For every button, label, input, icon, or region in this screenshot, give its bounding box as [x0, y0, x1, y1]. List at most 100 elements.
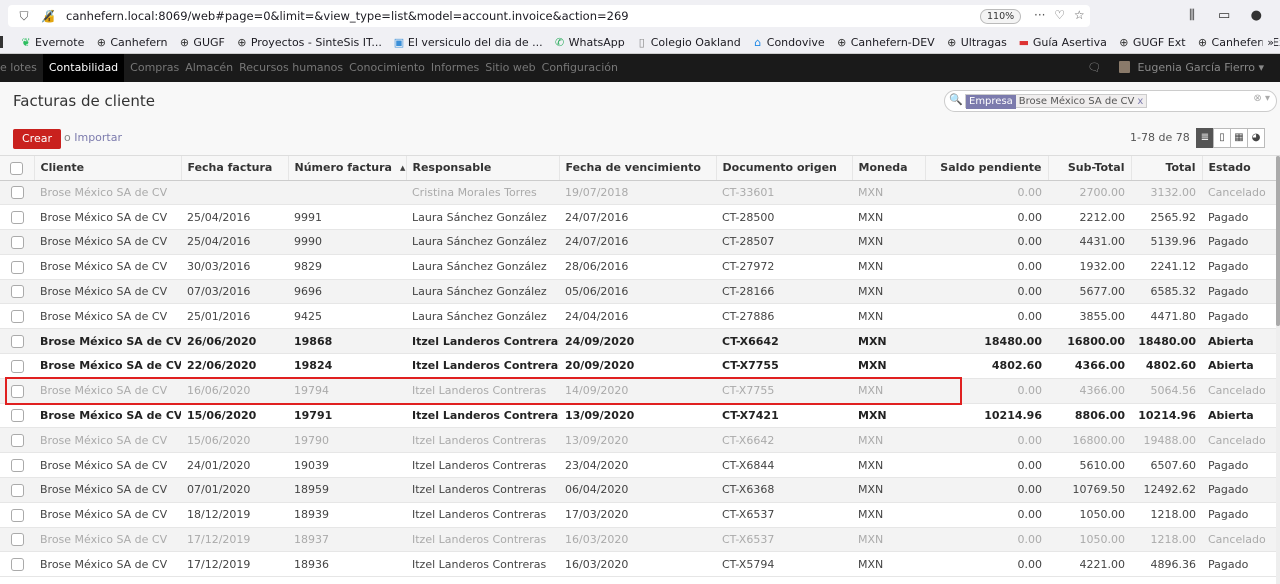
calendar-view-icon[interactable]: ▦	[1230, 128, 1248, 148]
shield-icon[interactable]: ⛉	[16, 8, 32, 24]
table-row[interactable]: Brose México SA de CV 07/03/2016 9696 Laura…	[0, 279, 1276, 305]
library-icon[interactable]: ⫼	[1178, 8, 1206, 23]
column-header[interactable]: Fecha de vencimiento	[559, 156, 717, 181]
table-row[interactable]: Brose México SA de CV 17/12/2019 18937 Itze…	[0, 527, 1276, 553]
nav-item[interactable]: Contabilidad	[42, 54, 125, 82]
row-checkbox[interactable]	[0, 378, 34, 404]
row-checkbox[interactable]	[0, 303, 34, 330]
column-header[interactable]: Total	[1131, 156, 1203, 181]
nav-item[interactable]: Conocimiento	[349, 54, 431, 82]
user-menu[interactable]: 🗨 Eugenia García Fierro ▾	[1087, 54, 1264, 81]
row-checkbox[interactable]	[0, 551, 34, 578]
row-checkbox[interactable]	[0, 477, 34, 503]
column-header[interactable]: Responsable	[406, 156, 560, 181]
form-view-icon[interactable]: ▯	[1213, 128, 1231, 148]
table-row[interactable]: Brose México SA de CV 15/06/2020 19790 Itze…	[0, 427, 1276, 454]
table-cell: 25/01/2016	[181, 303, 288, 330]
row-checkbox[interactable]	[0, 229, 34, 255]
bookmark-item[interactable]: ❦ Evernote	[19, 32, 84, 53]
table-row[interactable]: Brose México SA de CV Cristina Morales To…	[0, 180, 1276, 206]
bookmark-item[interactable]: ▯ Colegio Oakland	[635, 32, 741, 53]
pager-value[interactable]: 1-78 de 78	[1130, 131, 1190, 144]
bookmark-label: Colegio Oakland	[650, 36, 741, 49]
nav-item[interactable]: Compras	[130, 54, 185, 82]
bookmark-item[interactable]: ✆ WhatsApp	[553, 32, 625, 53]
nav-item[interactable]: Almacén	[185, 54, 239, 82]
row-checkbox[interactable]	[0, 403, 34, 429]
create-button[interactable]: Crear	[13, 129, 61, 149]
search-options-icon[interactable]: ⊗ ▾	[1253, 93, 1270, 104]
table-row[interactable]: Brose México SA de CV 16/06/2020 19794 Itze…	[0, 378, 1276, 404]
column-header[interactable]: Cliente	[34, 156, 182, 181]
search-facet[interactable]: Empresa Brose México SA de CV x	[965, 94, 1148, 109]
scrollbar[interactable]	[1276, 156, 1280, 584]
table-cell: CT-X6537	[716, 527, 852, 553]
row-checkbox[interactable]	[0, 279, 34, 305]
column-header[interactable]: Estado	[1202, 156, 1277, 181]
address-bar[interactable]: ⛉ 🔏 canhefern.local:8069/web#page=0&limi…	[8, 5, 1090, 27]
search-input[interactable]: 🔍 Empresa Brose México SA de CV x ⊗ ▾	[944, 90, 1277, 112]
table-row[interactable]: Brose México SA de CV 18/12/2019 18939 Itze…	[0, 502, 1276, 528]
column-header-label: Sub-Total	[1067, 161, 1125, 175]
table-row[interactable]: Brose México SA de CV 17/12/2019 18936 Itze…	[0, 551, 1276, 578]
nav-item[interactable]: Recursos humanos	[239, 54, 349, 82]
table-row[interactable]: Brose México SA de CV 25/04/2016 9991 Laura…	[0, 204, 1276, 231]
bookmark-item[interactable]: ⊕ GUGF Ext	[1117, 32, 1185, 53]
select-all-checkbox[interactable]	[0, 156, 35, 181]
list-view-icon[interactable]: ≣	[1196, 128, 1214, 148]
table-row[interactable]: Brose México SA de CV 25/04/2016 9990 Laura…	[0, 229, 1276, 255]
bookmark-item[interactable]: ⊕ Proyectos - SinteSis IT...	[235, 32, 382, 53]
sidebar-icon[interactable]: ▭	[1210, 8, 1238, 23]
bookmark-item[interactable]: ⌂ Condovive	[751, 32, 824, 53]
scroll-thumb[interactable]	[1276, 156, 1280, 326]
column-header[interactable]: Moneda	[852, 156, 926, 181]
bookmarks-overflow-icon[interactable]: »	[1263, 32, 1274, 53]
table-row[interactable]: Brose México SA de CV 22/06/2020 19824 Itze…	[0, 353, 1276, 379]
row-checkbox[interactable]	[0, 502, 34, 528]
zoom-indicator[interactable]: 110%	[980, 9, 1022, 24]
column-header[interactable]: Documento origen	[716, 156, 853, 181]
pocket-icon[interactable]: ♡	[1054, 8, 1065, 22]
import-link[interactable]: Importar	[74, 131, 122, 144]
column-header[interactable]: Saldo pendiente	[925, 156, 1049, 181]
menu-icon[interactable]: ☰	[1274, 8, 1280, 23]
url-text[interactable]: canhefern.local:8069/web#page=0&limit=&v…	[66, 9, 629, 23]
nav-item[interactable]: e lotes	[0, 54, 43, 82]
row-checkbox[interactable]	[0, 254, 34, 280]
row-checkbox[interactable]	[0, 527, 34, 553]
nav-item[interactable]: Informes	[431, 54, 485, 82]
table-row[interactable]: Brose México SA de CV 24/01/2020 19039 Itze…	[0, 452, 1276, 479]
column-header[interactable]: Número factura ▲	[288, 156, 407, 181]
account-icon[interactable]: ●	[1242, 8, 1270, 23]
table-row[interactable]: Brose México SA de CV 26/06/2020 19868 Itze…	[0, 328, 1276, 355]
bookmark-item[interactable]: ▬ Guía Asertiva	[1017, 32, 1107, 53]
row-checkbox[interactable]	[0, 353, 34, 379]
more-actions-icon[interactable]: ···	[1034, 8, 1045, 22]
table-row[interactable]: Brose México SA de CV 25/01/2016 9425 Laura…	[0, 303, 1276, 330]
bookmark-item[interactable]: ⊕ Canhefern-DEV	[835, 32, 935, 53]
table-row[interactable]: Brose México SA de CV 30/03/2016 9829 Laura…	[0, 254, 1276, 280]
nav-item[interactable]: Sitio web	[485, 54, 541, 82]
facet-remove-icon[interactable]: x	[1137, 95, 1146, 109]
bookmark-item[interactable]: ▣ El versiculo del dia de ...	[392, 32, 543, 53]
table-cell: 25/04/2016	[181, 229, 288, 255]
row-checkbox[interactable]	[0, 427, 34, 454]
table-cell: Cancelado	[1202, 180, 1276, 206]
chat-icon[interactable]: 🗨	[1087, 61, 1101, 74]
column-header[interactable]: Fecha factura	[181, 156, 289, 181]
row-checkbox[interactable]	[0, 180, 34, 206]
bookmark-item[interactable]: ⊕ GUGF	[177, 32, 225, 53]
bookmark-item[interactable]: ⊕ Canhefern	[94, 32, 168, 53]
table-row[interactable]: Brose México SA de CV 07/01/2020 18959 Itze…	[0, 477, 1276, 503]
bookmark-star-icon[interactable]: ☆	[1074, 8, 1085, 22]
row-checkbox[interactable]	[0, 452, 34, 479]
insecure-lock-icon[interactable]: 🔏	[40, 8, 56, 24]
column-header[interactable]: Sub-Total	[1048, 156, 1132, 181]
search-icon[interactable]: 🔍	[949, 93, 963, 106]
row-checkbox[interactable]	[0, 204, 34, 231]
bookmark-item[interactable]: ⊕ Ultragas	[945, 32, 1007, 53]
nav-item[interactable]: Configuración	[542, 54, 624, 82]
row-checkbox[interactable]	[0, 328, 34, 355]
table-row[interactable]: Brose México SA de CV 15/06/2020 19791 Itze…	[0, 403, 1276, 429]
graph-view-icon[interactable]: ◕	[1247, 128, 1265, 148]
